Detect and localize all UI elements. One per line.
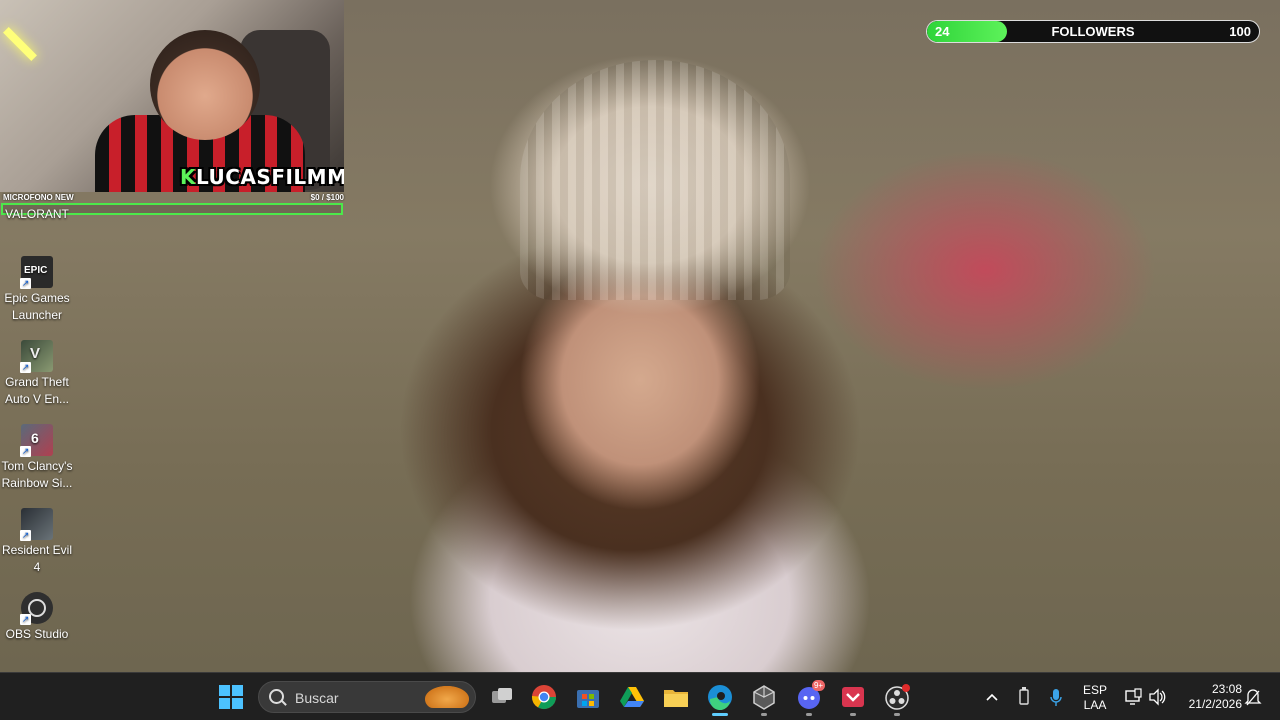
running-indicator	[850, 713, 856, 716]
usb-device-icon[interactable]	[1016, 683, 1032, 711]
obs-icon: ↗	[20, 592, 53, 625]
search-highlight-cat-icon	[425, 686, 469, 708]
shortcut-arrow-icon: ↗	[20, 614, 31, 625]
discord-icon[interactable]: 9+	[795, 680, 825, 711]
desktop-icon-label: Grand Theft Auto V En...	[4, 375, 70, 406]
google-drive-icon[interactable]	[618, 683, 646, 711]
shortcut-arrow-icon: ↗	[20, 446, 31, 457]
desktop-icon-resident-evil[interactable]: ↗ Resident Evil 4	[0, 508, 74, 576]
followers-goal-bar: 24 FOLLOWERS 100	[926, 20, 1260, 43]
rainbow-six-number: 6	[31, 430, 39, 446]
followers-label: FOLLOWERS	[1051, 24, 1135, 39]
gta-v-icon: V ↗	[20, 340, 53, 373]
desktop-icon-label: Epic Games Launcher	[4, 291, 70, 322]
microphone-icon[interactable]	[1048, 683, 1064, 711]
volume-icon[interactable]	[1148, 683, 1166, 711]
task-view-icon[interactable]	[488, 683, 516, 711]
language-indicator[interactable]: ESP LAA	[1078, 683, 1112, 713]
desktop-icon-label: OBS Studio	[5, 627, 69, 641]
webcam-overlay: KLUCASFILMMS	[0, 0, 344, 192]
webcam-streamer	[150, 30, 260, 140]
taskbar: Buscar 9+ ESP LAA 23:08 21/2/2026	[0, 672, 1280, 720]
streaming-app-icon[interactable]	[839, 683, 867, 711]
webcam-name-text: LUCASFILMMS	[196, 165, 344, 189]
discord-badge: 9+	[812, 680, 825, 691]
search-placeholder: Buscar	[295, 690, 339, 706]
desktop-icon-epic-games[interactable]: EPIC ↗ Epic Games Launcher	[0, 256, 74, 324]
rainbow-six-icon: 6 ↗	[20, 424, 53, 457]
desktop-icon-label: Tom Clancy's Rainbow Si...	[1, 459, 73, 490]
microsoft-store-icon[interactable]	[574, 683, 602, 711]
running-indicator	[806, 713, 812, 716]
start-icon[interactable]	[218, 684, 244, 710]
search-icon	[269, 689, 284, 704]
edge-icon[interactable]	[706, 683, 734, 711]
resident-evil-icon: ↗	[20, 508, 53, 541]
shortcut-arrow-icon: ↗	[20, 278, 31, 289]
epic-logo-text: EPIC	[24, 265, 48, 276]
donation-goal-label: MICROFONO NEW	[3, 193, 74, 202]
epic-games-icon: EPIC ↗	[20, 256, 53, 289]
desktop-icon-rainbow-six[interactable]: 6 ↗ Tom Clancy's Rainbow Si...	[0, 424, 74, 492]
desktop-icon-gta-v[interactable]: V ↗ Grand Theft Auto V En...	[0, 340, 74, 408]
webcam-name-tag: KLUCASFILMMS	[180, 165, 344, 189]
chrome-icon[interactable]	[530, 683, 558, 711]
file-explorer-icon[interactable]	[662, 683, 690, 711]
notifications-bell-icon[interactable]	[1244, 683, 1262, 711]
search-box[interactable]: Buscar	[258, 681, 476, 713]
obs-taskbar-icon[interactable]	[883, 683, 911, 711]
language-code: ESP	[1082, 683, 1107, 697]
webcam-name-prefix: K	[180, 165, 196, 189]
clock[interactable]: 23:08 21/2/2026	[1176, 682, 1242, 712]
wallpaper-hat-texture	[520, 60, 790, 300]
desktop-icon-label: Resident Evil 4	[1, 543, 73, 574]
show-hidden-icons-chevron-up-icon[interactable]	[984, 683, 1000, 711]
shortcut-arrow-icon: ↗	[20, 362, 31, 373]
donation-goal-value: $0 / $100	[310, 193, 344, 202]
shortcut-arrow-icon: ↗	[20, 530, 31, 541]
desktop-icon-valorant[interactable]: VALORANT	[0, 207, 74, 221]
network-icon[interactable]	[1124, 683, 1142, 711]
webcam-lamp	[3, 27, 37, 61]
desktop-icon-obs-studio[interactable]: ↗ OBS Studio	[0, 592, 74, 643]
app-cube-icon[interactable]	[750, 683, 778, 711]
running-indicator	[894, 713, 900, 716]
desktop-icon-label: VALORANT	[5, 207, 69, 221]
clock-time: 23:08	[1211, 682, 1242, 696]
keyboard-layout: LAA	[1083, 698, 1107, 712]
clock-date: 21/2/2026	[1188, 697, 1242, 711]
edge-active-indicator	[712, 713, 728, 716]
running-indicator	[761, 713, 767, 716]
followers-target: 100	[1229, 24, 1251, 39]
